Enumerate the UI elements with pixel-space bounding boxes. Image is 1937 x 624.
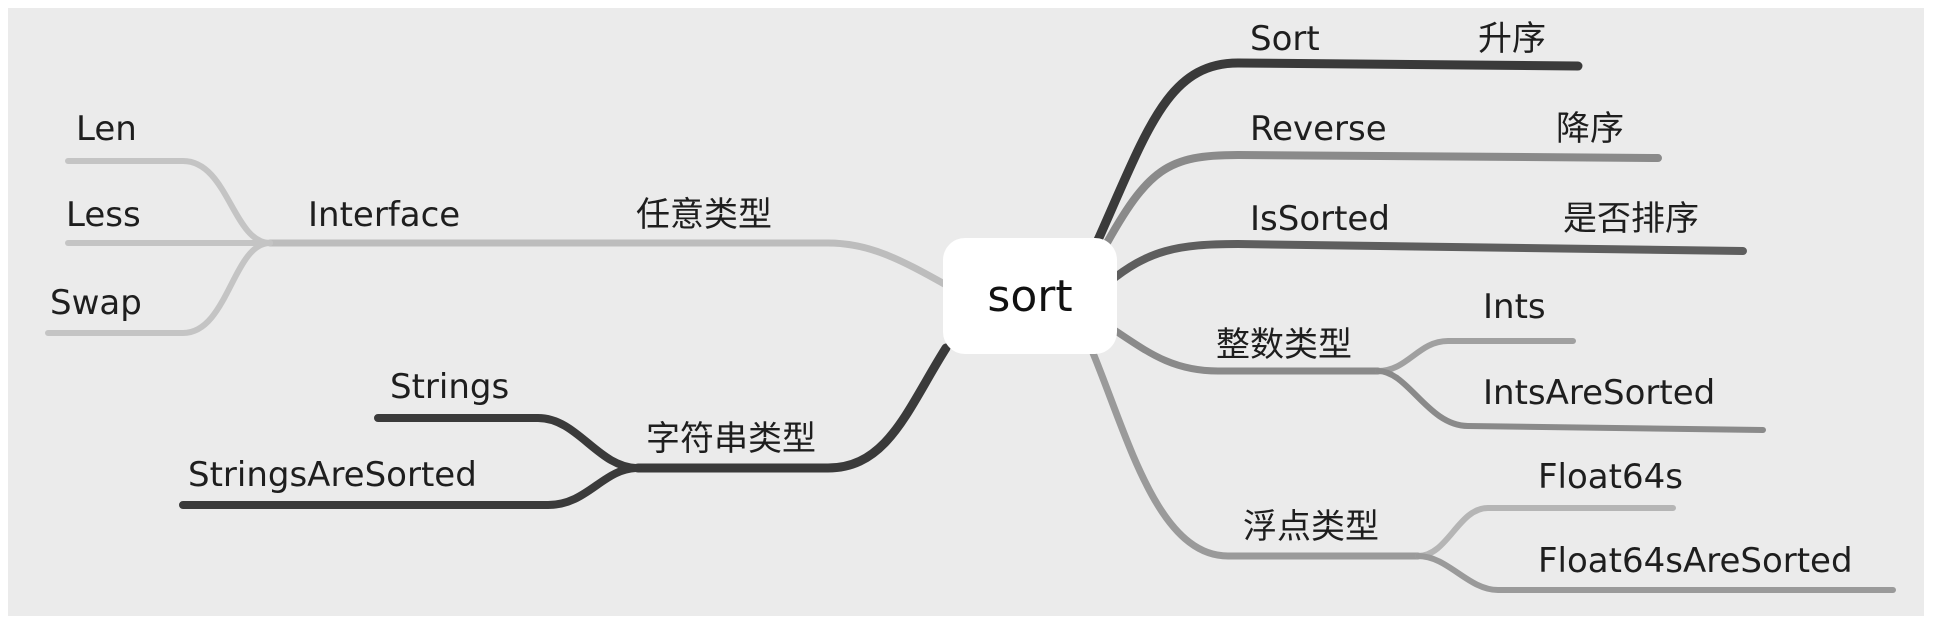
node-swap[interactable]: Swap [50,286,142,320]
root-label: sort [987,270,1073,322]
node-len[interactable]: Len [76,112,137,146]
node-reverse-desc: 降序 [1556,109,1624,149]
node-float64s[interactable]: Float64s [1538,460,1683,494]
node-float-type[interactable]: 浮点类型 [1243,510,1379,544]
edge-ints [1375,338,1576,374]
node-ints[interactable]: Ints [1483,290,1546,324]
node-sort-desc: 升序 [1478,19,1546,59]
mindmap-canvas: sort Sort 升序 Reverse 降序 IsSorted 是否排序 整数… [8,8,1924,616]
node-strings[interactable]: Strings [390,370,509,404]
node-sort[interactable]: Sort [1250,22,1320,56]
node-reverse[interactable]: Reverse [1250,112,1387,146]
edge-is-sorted [1104,239,1747,287]
edge-any-type [266,239,950,289]
node-strings-are-sorted[interactable]: StringsAreSorted [188,458,477,492]
node-interface[interactable]: Interface [308,198,460,232]
node-is-sorted-desc: 是否排序 [1563,199,1699,239]
node-is-sorted[interactable]: IsSorted [1250,202,1390,236]
node-float64s-are-sorted[interactable]: Float64sAreSorted [1538,544,1853,578]
node-less[interactable]: Less [66,198,141,232]
node-ints-are-sorted[interactable]: IntsAreSorted [1483,376,1715,410]
node-string-type[interactable]: 字符串类型 [646,422,816,456]
node-int-type[interactable]: 整数类型 [1216,328,1352,362]
root-node[interactable]: sort [943,238,1117,354]
node-any-type[interactable]: 任意类型 [636,198,772,232]
